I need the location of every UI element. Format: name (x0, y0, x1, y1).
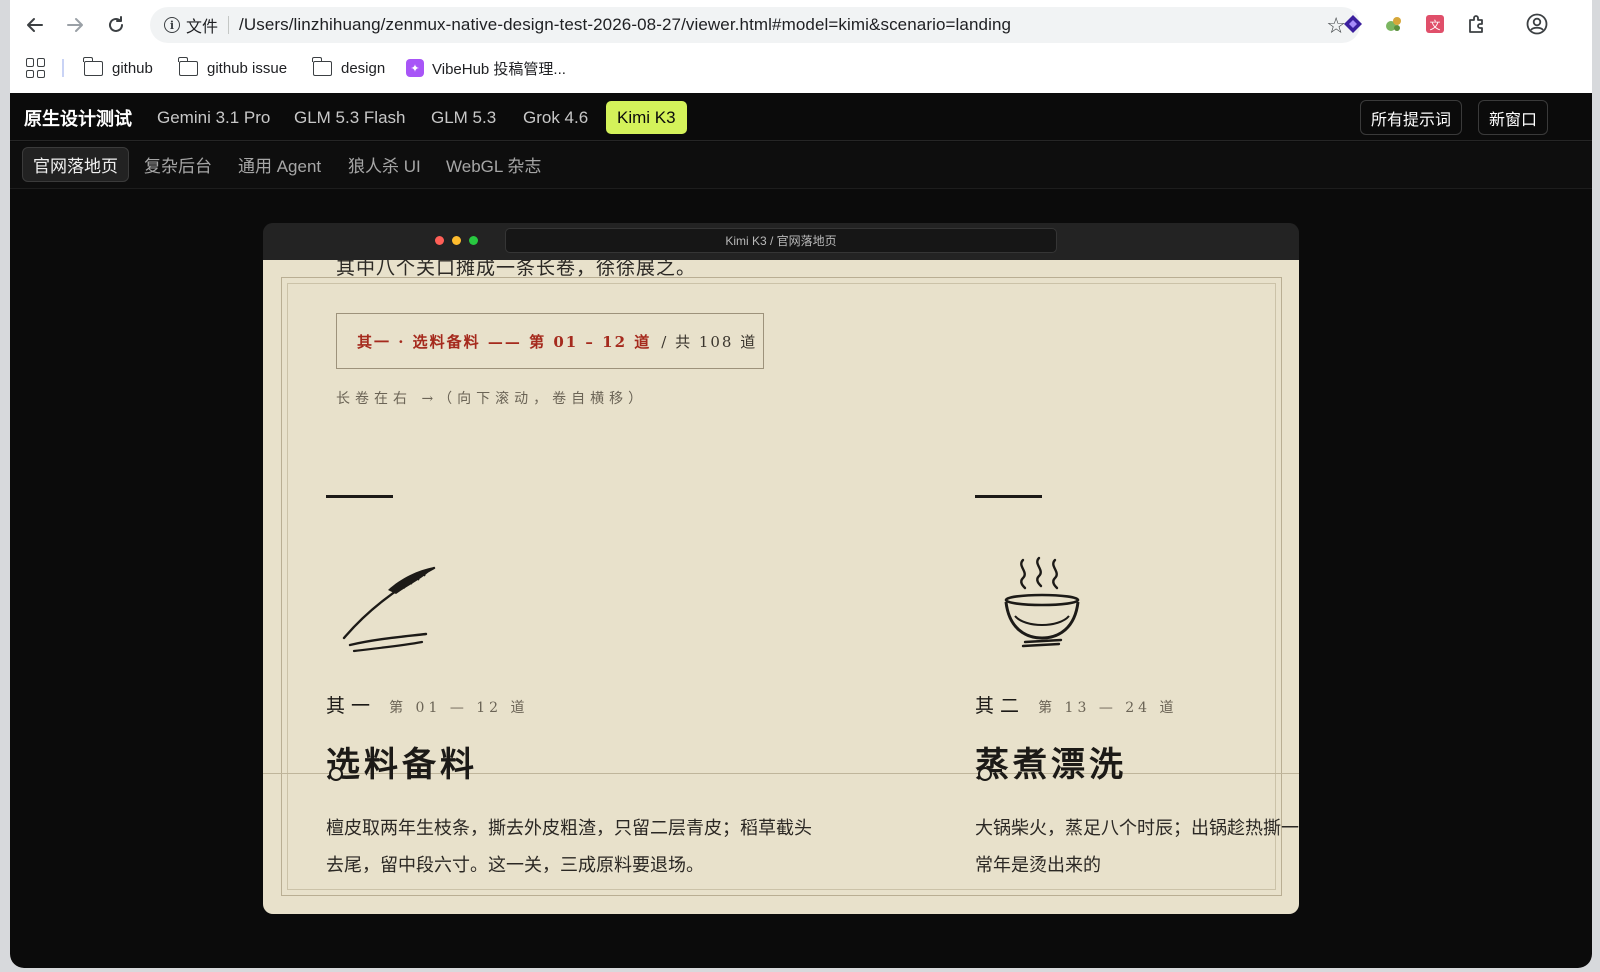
preview-title: Kimi K3 / 官网落地页 (505, 228, 1057, 253)
folder-icon (178, 56, 198, 76)
steaming-bowl-icon (1004, 556, 1080, 648)
reload-icon[interactable] (103, 12, 129, 38)
landing-page-scroll[interactable]: 其中八个关口摊成一条长卷，徐徐展之。 其一 · 选料备料 —— 第 01 – 1… (263, 260, 1299, 914)
section-number: 其二 (975, 695, 1026, 717)
section-card: 其二 第 13 — 24 道 蒸煮漂洗 大锅柴火，蒸足八个时辰；出锅趁热撕一剔除… (975, 260, 1299, 914)
folder-icon (312, 56, 332, 76)
svg-text:文: 文 (1430, 18, 1441, 32)
model-tab-gemini[interactable]: Gemini 3.1 Pro (146, 101, 281, 134)
bookmark-label: github issue (207, 59, 288, 77)
browser-toolbar: i 文件 /Users/linzhihuang/zenmux-native-de… (10, 0, 1592, 50)
url-scheme: 文件 (186, 19, 219, 36)
url-text[interactable]: /Users/linzhihuang/zenmux-native-design-… (239, 15, 1011, 35)
minimize-dot-icon[interactable] (452, 236, 461, 245)
extension-puzzle-green-icon[interactable] (1383, 13, 1405, 35)
extension-diamond-icon[interactable] (1342, 13, 1364, 35)
section-rule (326, 495, 393, 498)
section-range: 第 13 — 24 道 (1038, 700, 1178, 716)
preview-titlebar: Kimi K3 / 官网落地页 (263, 223, 1299, 260)
bookmark-label: github (112, 59, 153, 77)
timeline-node (978, 767, 992, 781)
section-title: 蒸煮漂洗 (975, 745, 1127, 785)
model-tab-glm-flash[interactable]: GLM 5.3 Flash (283, 101, 417, 134)
bookmark-label: design (341, 59, 386, 77)
folder-icon (83, 56, 103, 76)
app-brand: 原生设计测试 (24, 109, 132, 129)
zoom-dot-icon[interactable] (469, 236, 478, 245)
model-tab-glm[interactable]: GLM 5.3 (420, 101, 507, 134)
section-number: 其一 (326, 695, 377, 717)
scenario-tab-webgl[interactable]: WebGL 杂志 (436, 147, 551, 182)
timeline-node (329, 767, 343, 781)
close-dot-icon[interactable] (435, 236, 444, 245)
bookmark-design[interactable]: design (312, 56, 386, 80)
back-icon[interactable] (22, 12, 48, 38)
scenario-tab-landing[interactable]: 官网落地页 (22, 147, 129, 182)
address-bar[interactable]: i 文件 /Users/linzhihuang/zenmux-native-de… (150, 7, 1360, 43)
scenario-tab-admin[interactable]: 复杂后台 (134, 147, 222, 182)
info-icon[interactable]: i (164, 17, 180, 33)
bookmark-github[interactable]: github (83, 56, 153, 80)
scenario-tab-agent[interactable]: 通用 Agent (228, 147, 331, 182)
model-tab-grok[interactable]: Grok 4.6 (512, 101, 599, 134)
bookmark-label: VibeHub 投稿管理... (432, 60, 566, 78)
section-body: 檀皮取两年生枝条，撕去外皮粗渣，只留二层青皮；稻草截头去尾，留中段六寸。这一关，… (326, 818, 812, 876)
url-divider (228, 16, 230, 34)
model-tab-kimi[interactable]: Kimi K3 (606, 101, 687, 134)
bookmark-vibehub[interactable]: ✦ VibeHub 投稿管理... (406, 56, 566, 80)
section-body: 大锅柴火，蒸足八个时辰；出锅趁热撕一剔除。师傅的手背，常年是烫出来的 (975, 818, 1299, 876)
extensions-puzzle-icon[interactable] (1465, 13, 1487, 35)
scenario-tab-werewolf[interactable]: 狼人杀 UI (338, 147, 431, 182)
section-kicker: 其一 第 01 — 12 道 (326, 691, 529, 718)
section-range: 第 01 — 12 道 (389, 700, 529, 716)
section-kicker: 其二 第 13 — 24 道 (975, 691, 1178, 718)
model-nav: 原生设计测试 Gemini 3.1 Pro GLM 5.3 Flash GLM … (10, 93, 1592, 141)
all-prompts-button[interactable]: 所有提示词 (1360, 100, 1463, 135)
extension-translate-icon[interactable]: 文 (1424, 13, 1446, 35)
profile-icon[interactable] (1526, 13, 1548, 35)
forward-icon[interactable] (62, 12, 88, 38)
scenario-nav: 官网落地页 复杂后台 通用 Agent 狼人杀 UI WebGL 杂志 (10, 142, 1592, 189)
bookmarks-bar: github github issue design ✦ VibeHub 投稿管… (10, 50, 1592, 86)
section-card: 其一 第 01 — 12 道 选料备料 檀皮取两年生枝条，撕去外皮粗渣，只留二层… (326, 260, 826, 914)
apps-grid-icon[interactable] (26, 58, 46, 78)
section-title: 选料备料 (326, 745, 478, 785)
section-rule (975, 495, 1042, 498)
bookmarks-separator (62, 59, 64, 77)
new-window-button[interactable]: 新窗口 (1478, 100, 1549, 135)
vibehub-icon: ✦ (406, 59, 424, 77)
bookmark-github-issue[interactable]: github issue (178, 56, 288, 80)
brush-icon (342, 566, 436, 653)
preview-window: Kimi K3 / 官网落地页 其中八个关口摊成一条长卷，徐徐展之。 其一 · … (263, 223, 1299, 914)
